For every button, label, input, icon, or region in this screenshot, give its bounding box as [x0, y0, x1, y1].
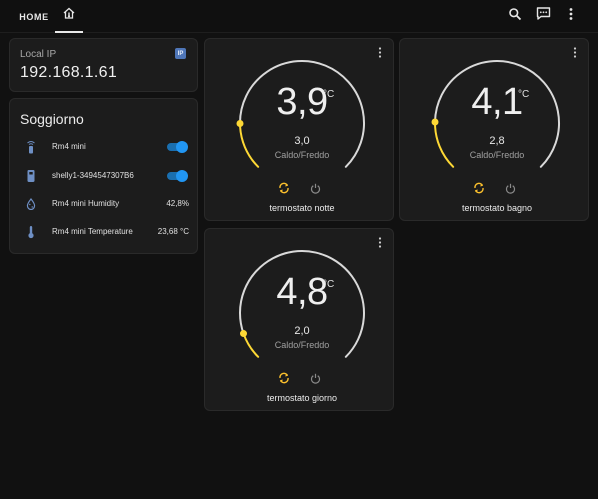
tab-home-thermometer[interactable]: [55, 0, 83, 33]
thermostat-name: termostato giorno: [266, 393, 338, 403]
power-icon: [310, 183, 320, 194]
entity-name: shelly1-3494547307B6: [52, 171, 134, 180]
search-button[interactable]: [503, 4, 527, 28]
tab-home[interactable]: HOME: [14, 0, 54, 33]
temperature-unit: °C: [323, 279, 335, 290]
heat-cool-mode-button[interactable]: [277, 181, 291, 195]
autorenew-icon: [279, 182, 289, 194]
menu-button[interactable]: [559, 4, 583, 28]
entity-row-rm4-mini[interactable]: Rm4 mini: [10, 137, 199, 157]
more-vertical-icon: [568, 7, 574, 26]
thermostat-name: termostato bagno: [461, 203, 533, 213]
hvac-mode-label: Caldo/Freddo: [274, 150, 330, 160]
power-off-button[interactable]: [503, 181, 517, 195]
power-icon: [505, 183, 515, 194]
local-ip-label: Local IP: [20, 49, 57, 60]
temperature-unit: °C: [323, 89, 335, 100]
thermostat-card-giorno[interactable]: 4,8 °C 2,0 Caldo/Freddo termostato giorn…: [204, 228, 394, 411]
entity-name: Rm4 mini Temperature: [52, 227, 133, 236]
target-temperature: 2,0: [294, 325, 310, 337]
temperature-unit: °C: [518, 89, 530, 100]
smart-plug-icon: [24, 168, 38, 184]
heat-cool-mode-button[interactable]: [472, 181, 486, 195]
top-app-bar: HOME: [0, 0, 598, 33]
thermometer-icon: [24, 224, 38, 240]
target-temperature: 2,8: [489, 135, 505, 147]
autorenew-icon: [279, 372, 289, 384]
card-title: Soggiorno: [20, 111, 84, 127]
autorenew-icon: [474, 182, 484, 194]
soggiorno-entities-card: Soggiorno Rm4 mini shelly1-3494547307B6: [9, 98, 198, 254]
current-temperature: 4,8: [276, 271, 328, 313]
current-temperature: 4,1: [471, 81, 523, 123]
power-off-button[interactable]: [308, 181, 322, 195]
entity-name: Rm4 mini Humidity: [52, 199, 120, 208]
assist-icon: [536, 6, 551, 26]
remote-icon: [24, 139, 38, 155]
thermostat-name: termostato notte: [269, 203, 335, 213]
power-off-button[interactable]: [308, 371, 322, 385]
heat-cool-mode-button[interactable]: [277, 371, 291, 385]
hvac-mode-label: Caldo/Freddo: [469, 150, 525, 160]
current-temperature: 3,9: [276, 81, 328, 123]
entity-name: Rm4 mini: [52, 142, 86, 151]
local-ip-value: 192.168.1.61: [20, 64, 118, 81]
assist-button[interactable]: [531, 4, 555, 28]
shelly-toggle[interactable]: [167, 170, 188, 182]
home-thermometer-icon: [62, 6, 76, 25]
search-icon: [508, 7, 522, 26]
ip-network-icon: IP: [175, 48, 186, 59]
target-temperature: 3,0: [294, 135, 310, 147]
entity-row-shelly[interactable]: shelly1-3494547307B6: [10, 166, 199, 186]
power-icon: [310, 373, 320, 384]
humidity-state: 42,8%: [166, 199, 189, 208]
local-ip-card[interactable]: Local IP 192.168.1.61 IP: [9, 38, 198, 92]
rm4-mini-toggle[interactable]: [167, 141, 188, 153]
entity-row-humidity[interactable]: Rm4 mini Humidity 42,8%: [10, 194, 199, 214]
thermostat-card-bagno[interactable]: 4,1 °C 2,8 Caldo/Freddo termostato bagno: [399, 38, 589, 221]
temperature-state: 23,68 °C: [157, 227, 189, 236]
thermostat-card-notte[interactable]: 3,9 °C 3,0 Caldo/Freddo termostato notte: [204, 38, 394, 221]
water-percent-icon: [24, 196, 38, 212]
hvac-mode-label: Caldo/Freddo: [274, 340, 330, 350]
entity-row-temperature[interactable]: Rm4 mini Temperature 23,68 °C: [10, 222, 199, 242]
